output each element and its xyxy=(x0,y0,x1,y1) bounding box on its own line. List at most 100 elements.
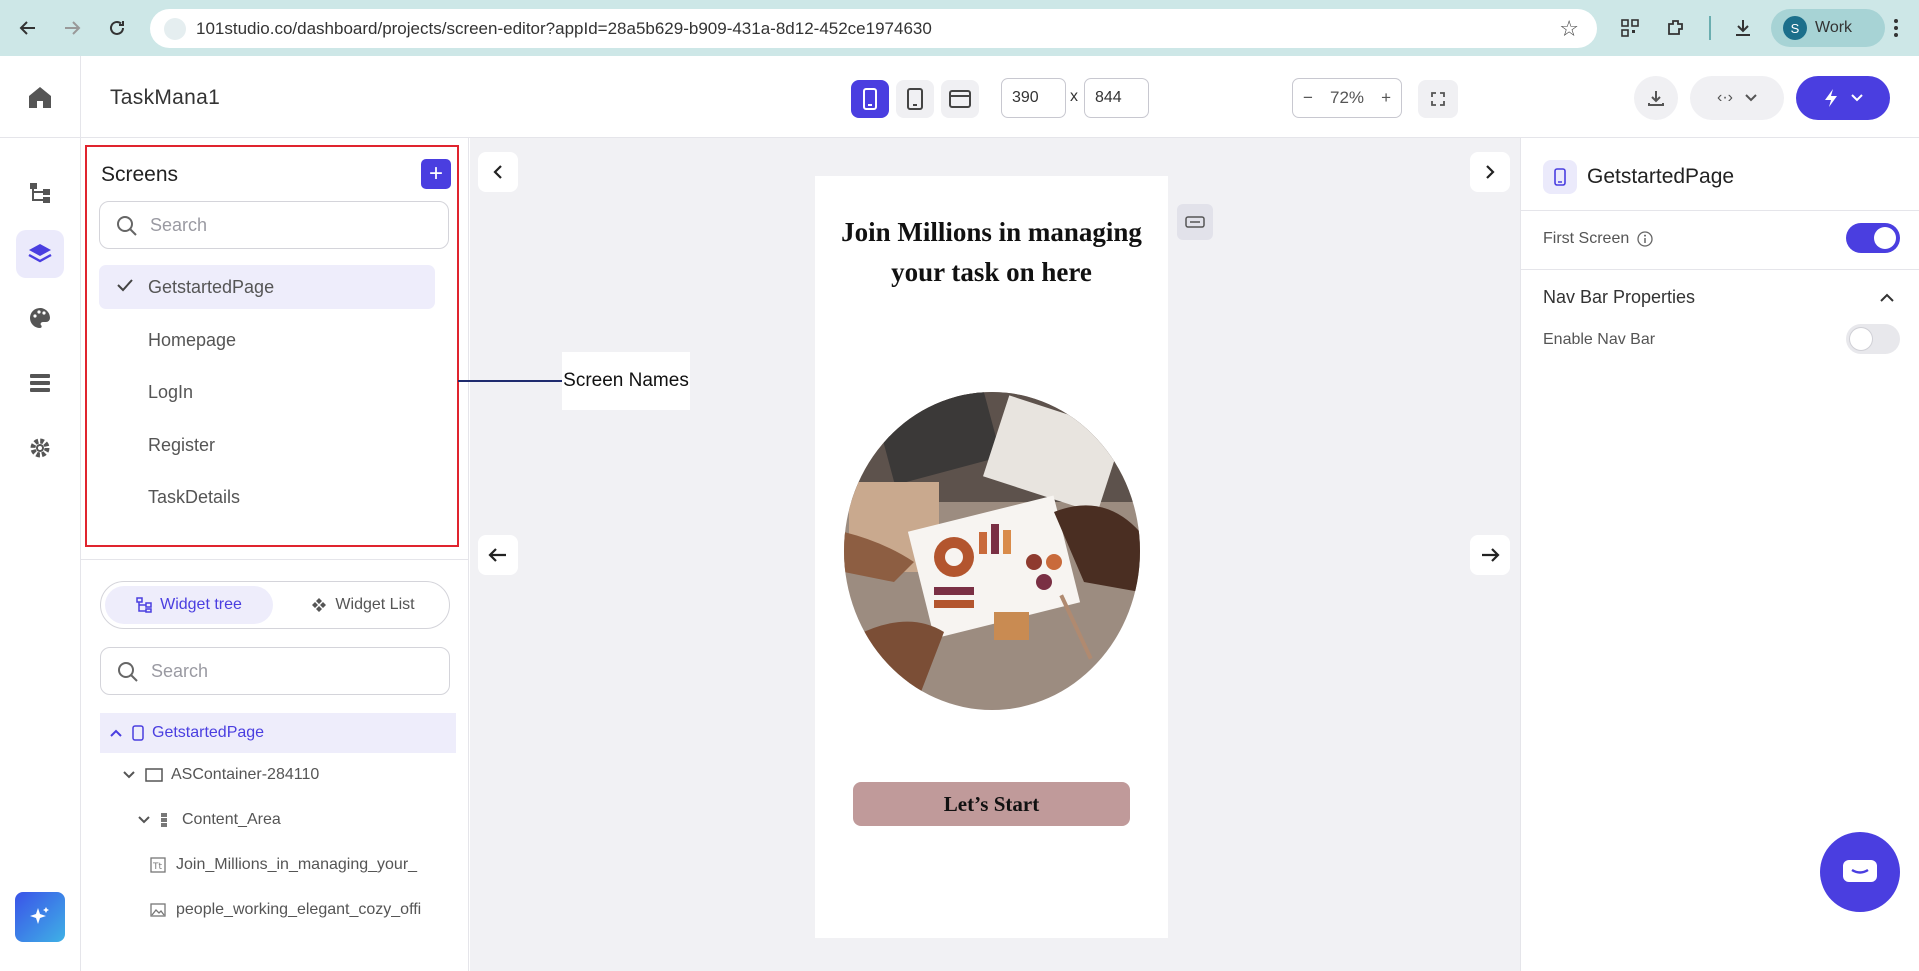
phone-heading: Join Millions in managing your task on h… xyxy=(841,217,1142,287)
mobile-view-button[interactable] xyxy=(851,80,889,118)
icon-rail xyxy=(0,138,81,971)
screen-item-label: TaskDetails xyxy=(148,486,241,507)
add-screen-button[interactable]: + xyxy=(421,159,451,189)
callout-connector xyxy=(458,380,562,382)
screen-item-register[interactable]: Register xyxy=(99,423,435,467)
callout-label: Screen Names xyxy=(562,352,690,410)
divider xyxy=(81,559,469,560)
toggle-knob xyxy=(1874,227,1896,249)
home-icon[interactable] xyxy=(26,84,54,110)
tablet-view-button[interactable] xyxy=(896,80,934,118)
site-info-icon[interactable] xyxy=(164,18,186,40)
forward-icon[interactable] xyxy=(58,14,86,42)
tree-icon xyxy=(136,597,152,613)
extensions-icon[interactable] xyxy=(1662,14,1690,42)
tree-item-label: Join_Millions_in_managing_your_ xyxy=(176,856,418,873)
screen-item-getstartedpage[interactable]: GetstartedPage xyxy=(99,265,435,309)
settings-gear-icon[interactable] xyxy=(16,424,64,472)
sparkle-icon xyxy=(30,907,49,924)
widget-tab-switch: Widget tree Widget List xyxy=(100,581,450,629)
screens-search-placeholder: Search xyxy=(150,214,208,235)
divider xyxy=(1521,210,1919,211)
layers-icon[interactable] xyxy=(16,230,64,278)
chevron-up-icon[interactable] xyxy=(1880,293,1894,303)
zoom-in-icon[interactable]: + xyxy=(1381,88,1391,108)
screens-title: Screens xyxy=(101,163,179,186)
reload-icon[interactable] xyxy=(103,14,131,42)
palette-icon[interactable] xyxy=(16,294,64,342)
screen-item-login[interactable]: LogIn xyxy=(99,370,435,414)
code-icon: ‹·› xyxy=(1717,89,1733,106)
url-text: 101studio.co/dashboard/projects/screen-e… xyxy=(196,18,932,38)
toggle-knob xyxy=(1850,328,1872,350)
screens-search-input[interactable]: Search xyxy=(99,201,449,249)
lets-start-button[interactable]: Let’s Start xyxy=(853,782,1130,826)
profile-button[interactable]: S Work xyxy=(1771,9,1885,47)
chevron-left-icon[interactable] xyxy=(478,152,518,192)
tab-widget-tree[interactable]: Widget tree xyxy=(105,586,273,624)
check-icon xyxy=(117,279,133,292)
project-title: TaskMana1 xyxy=(110,86,221,109)
tree-item-label: GetstartedPage xyxy=(152,724,265,741)
first-screen-row: First Screen xyxy=(1543,230,1653,248)
enable-nav-toggle[interactable] xyxy=(1846,324,1900,354)
width-input[interactable]: 390 xyxy=(1001,78,1066,118)
screens-highlight-box: Screens + Search GetstartedPage Homepage… xyxy=(85,145,459,547)
chevron-down-icon xyxy=(1851,94,1863,102)
zoom-control: − 72% + xyxy=(1292,78,1402,118)
workflow-icon[interactable] xyxy=(16,168,64,216)
nav-bar-section-title: Nav Bar Properties xyxy=(1543,287,1696,307)
download-button[interactable] xyxy=(1634,76,1678,120)
tab-label: Widget tree xyxy=(160,596,242,613)
chevron-down-icon xyxy=(1745,94,1757,102)
phone-preview[interactable]: Join Millions in managing your task on h… xyxy=(815,176,1168,938)
office-photo xyxy=(844,392,1140,710)
browser-toolbar: 101studio.co/dashboard/projects/screen-e… xyxy=(0,0,1919,56)
chevron-right-icon[interactable] xyxy=(1470,152,1510,192)
browser-menu-icon[interactable] xyxy=(1882,14,1910,42)
lightning-icon xyxy=(1825,89,1837,107)
fullscreen-button[interactable] xyxy=(1418,80,1458,118)
bookmark-star-icon[interactable]: ☆ xyxy=(1559,16,1579,42)
search-icon xyxy=(118,662,138,682)
screen-item-label: LogIn xyxy=(148,381,194,402)
screen-item-label: Register xyxy=(148,434,216,455)
ai-sparkle-button[interactable] xyxy=(15,892,65,942)
tree-item-image-widget[interactable]: people_working_elegant_cozy_offi xyxy=(150,890,460,930)
code-menu-button[interactable]: ‹·› xyxy=(1690,76,1784,120)
run-menu-button[interactable] xyxy=(1796,76,1890,120)
svg-text:Tt: Tt xyxy=(152,862,162,872)
design-canvas[interactable]: Screen Names Join Millions in managing y… xyxy=(458,138,1520,971)
tree-item-label: Content_Area xyxy=(182,811,281,828)
qr-code-icon[interactable] xyxy=(1616,14,1644,42)
container-icon xyxy=(145,768,163,782)
tree-item-getstartedpage[interactable]: GetstartedPage xyxy=(100,713,456,753)
chat-support-button[interactable] xyxy=(1820,832,1900,912)
column-icon xyxy=(161,813,167,827)
list-icon[interactable] xyxy=(16,359,64,407)
tree-item-content-area[interactable]: Content_Area xyxy=(138,800,281,840)
image-icon xyxy=(150,903,166,917)
screen-item-taskdetails[interactable]: TaskDetails xyxy=(99,475,435,519)
screen-item-label: GetstartedPage xyxy=(148,276,275,297)
screen-item-homepage[interactable]: Homepage xyxy=(99,318,435,362)
back-icon[interactable] xyxy=(14,14,42,42)
frame-tag-icon[interactable] xyxy=(1177,204,1213,240)
tab-widget-list[interactable]: Widget List xyxy=(281,586,445,624)
app-header: TaskMana1 390 x 844 − 72% + ‹·› xyxy=(0,56,1919,138)
arrow-right-icon[interactable] xyxy=(1470,535,1510,575)
downloads-icon[interactable] xyxy=(1729,14,1757,42)
address-bar[interactable]: 101studio.co/dashboard/projects/screen-e… xyxy=(150,9,1597,48)
tree-item-ascontainer[interactable]: ASContainer-284110 xyxy=(123,755,319,795)
left-panel: Screens + Search GetstartedPage Homepage… xyxy=(81,138,469,971)
desktop-view-button[interactable] xyxy=(941,80,979,118)
first-screen-toggle[interactable] xyxy=(1846,223,1900,253)
diamond-grid-icon xyxy=(312,598,327,612)
tree-item-text-widget[interactable]: Tt Join_Millions_in_managing_your_ xyxy=(150,845,460,885)
arrow-left-icon[interactable] xyxy=(478,535,518,575)
info-icon[interactable] xyxy=(1637,231,1653,247)
chevron-down-icon xyxy=(123,771,135,779)
zoom-out-icon[interactable]: − xyxy=(1303,88,1313,108)
widget-search-input[interactable]: Search xyxy=(100,647,450,695)
height-input[interactable]: 844 xyxy=(1084,78,1149,118)
